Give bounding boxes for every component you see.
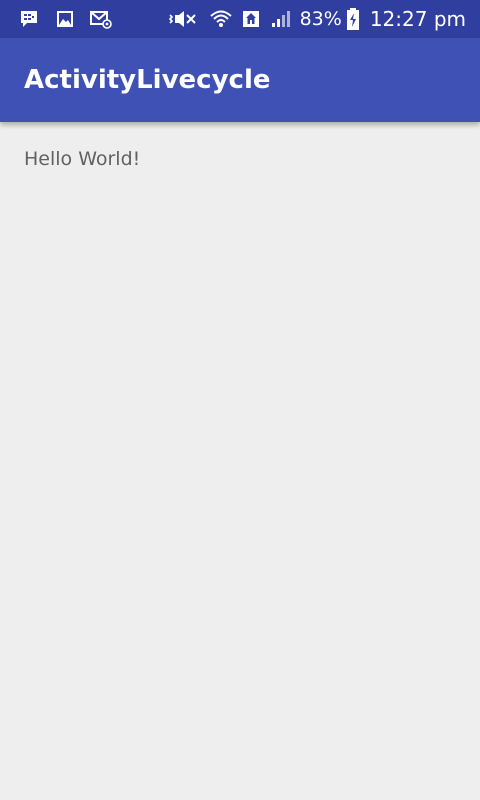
battery-charging-icon xyxy=(346,8,360,30)
home-signal-icon xyxy=(240,8,262,30)
app-title: ActivityLivecycle xyxy=(24,65,271,95)
battery-percentage: 83% xyxy=(299,8,342,30)
cell-signal-icon xyxy=(270,8,292,30)
bbm-chat-icon xyxy=(18,8,40,30)
app-bar: ActivityLivecycle xyxy=(0,38,480,122)
status-bar: 83% 12:27 pm xyxy=(0,0,480,38)
gallery-image-icon xyxy=(54,8,76,30)
notification-icons xyxy=(18,8,112,30)
status-time: 12:27 pm xyxy=(369,7,466,31)
system-icons: 83% 12:27 pm xyxy=(168,7,466,31)
hello-world-text: Hello World! xyxy=(24,148,141,170)
email-icon xyxy=(90,8,112,30)
vibrate-icon xyxy=(168,8,198,30)
wifi-icon xyxy=(209,8,232,30)
